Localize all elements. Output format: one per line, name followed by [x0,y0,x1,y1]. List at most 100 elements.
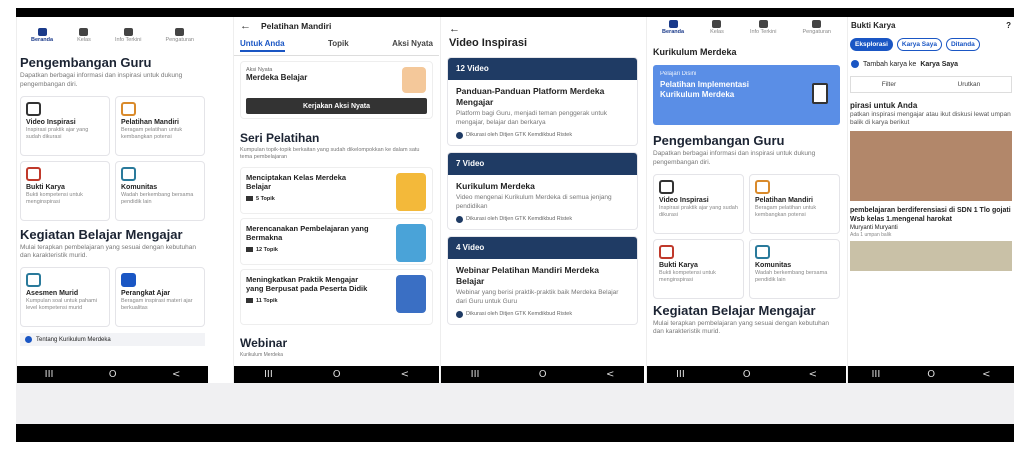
back-button[interactable]: < [172,369,180,380]
kbm-title: Kegiatan Belajar Mengajar [653,302,816,318]
back-button[interactable]: < [401,369,409,380]
home-button[interactable]: O [109,369,117,380]
card-desc: Beragam pelatihan untuk kembangkan poten… [755,204,817,218]
top-tab-bar: Beranda Kelas Info Terkini Pengaturan [647,17,846,37]
sort-button[interactable]: Urutkan [958,81,981,88]
card-komunitas[interactable]: Komunitas Wadah berkembang bersama pendid… [115,160,205,221]
class-icon [712,20,722,28]
bottom-black-bar [16,424,1014,442]
collection-title: Webinar Pelatihan Mandiri Merdeka Belaja… [456,264,599,286]
feedback-count: Ada 1 umpan balik [850,232,892,239]
card-video-inspirasi[interactable]: Video Inspirasi Inspirasi praktik ajar ya… [653,173,744,234]
banner-small: Pelajari Disini [660,71,697,77]
card-desc: Wadah berkembang bersama pendidik lain [755,269,828,283]
add-karya-row[interactable]: Tambah karya ke Karya Saya [848,55,1014,73]
tab-kelas[interactable]: Kelas [77,28,91,43]
card-video-inspirasi[interactable]: Video Inspirasi Inspirasi praktik ajar ya… [20,95,110,156]
video-icon [26,101,41,116]
screen-video-inspirasi: ← Video Inspirasi 12 Video Panduan-Pandua… [440,17,644,383]
kerjakan-aksi-button[interactable]: Kerjakan Aksi Nyata [246,98,427,114]
home-button[interactable]: O [927,369,935,380]
feature-grid: Video Inspirasi Inspirasi praktik ajar ya… [17,92,208,225]
card-title: Pelatihan Mandiri [755,196,813,204]
card-bukti-karya[interactable]: Bukti Karya Bukti kompetensi untuk mengin… [20,160,110,221]
inspirasi-title: pirasi untuk Anda [850,101,918,110]
info-link[interactable]: Tentang Kurikulum Merdeka [20,333,205,347]
tab-label: Kelas [77,37,91,43]
kbm-desc: Mulai terapkan pembelajaran yang sesuai … [653,319,829,336]
back-button[interactable]: < [982,369,990,380]
back-arrow-icon[interactable]: ← [240,20,251,32]
add-target: Karya Saya [920,60,959,68]
post-title[interactable]: pembelajaran berdiferensiasi di SDN 1 Tl… [848,204,1014,225]
curator: Dikurasi oleh Ditjen GTK Kemdikbud Riste… [456,310,629,318]
card-title: Perangkat Ajar [121,290,171,298]
pill-karya-saya[interactable]: Karya Saya [896,38,942,51]
video-collection-card[interactable]: 7 Video Kurikulum Merdeka Video mengenai K… [447,151,638,230]
tab-info[interactable]: Info Terkini [750,20,776,35]
curator-label: Dikurasi oleh Ditjen GTK Kemdikbud Riste… [466,216,573,223]
tab-aksi-nyata[interactable]: Aksi Nyata [392,39,433,52]
tab-pengaturan[interactable]: Pengaturan [803,20,831,35]
video-collection-card[interactable]: 12 Video Panduan-Panduan Platform Merdeka… [447,57,638,146]
illustration [396,274,426,313]
tab-pengaturan[interactable]: Pengaturan [166,28,194,43]
tab-info[interactable]: Info Terkini [114,28,142,43]
curator-icon [456,131,463,139]
list-item[interactable]: Meningkatkan Praktik Mengajar yang Berpu… [240,268,433,325]
home-button[interactable]: O [539,369,547,380]
tab-kelas[interactable]: Kelas [710,20,724,35]
community-icon [121,166,136,181]
card-pelatihan-mandiri[interactable]: Pelatihan Mandiri Beragam pelatihan untuk… [749,173,840,234]
back-arrow-icon[interactable]: ← [441,17,644,35]
list-item[interactable]: Merencanakan Pembelajaran yang Bermakna 1… [240,217,433,265]
tab-beranda[interactable]: Beranda [662,20,684,35]
tab-label: Info Terkini [114,37,142,43]
curator-label: Dikurasi oleh Ditjen GTK Kemdikbud Riste… [466,311,573,318]
header: ← Pelatihan Mandiri [234,17,439,35]
section-desc: Dapatkan berbagai informasi dan inspiras… [653,150,816,166]
implementasi-banner[interactable]: Pelajari Disini Pelatihan Implementasi Ku… [653,65,840,125]
card-title: Video Inspirasi [659,196,709,204]
help-icon[interactable]: ? [1006,21,1011,30]
card-perangkat-ajar[interactable]: Perangkat Ajar Beragam inspirasi materi a… [115,267,205,328]
recents-button[interactable]: III [676,369,685,380]
karya-photo[interactable] [850,130,1012,201]
card-desc: Inspirasi praktik ajar yang sudah dikura… [26,126,89,140]
card-komunitas[interactable]: Komunitas Wadah berkembang bersama pendid… [749,238,840,299]
recents-button[interactable]: III [45,369,54,380]
pill-eksplorasi[interactable]: Eksplorasi [850,38,893,51]
home-button[interactable]: O [333,369,341,380]
tab-beranda[interactable]: Beranda [31,28,53,43]
item-title: Menciptakan Kelas Merdeka Belajar [246,172,347,192]
banner-title: Pelatihan Implementasi Kurikulum Merdeka [660,80,749,100]
webinar-small: Kurikulum Merdeka [240,351,284,358]
karya-photo[interactable] [850,241,1012,272]
tab-untuk-anda[interactable]: Untuk Anda [240,39,285,52]
recents-button[interactable]: III [471,369,480,380]
tab-topik[interactable]: Topik [328,39,349,52]
filter-button[interactable]: Filter [882,81,896,88]
video-collection-card[interactable]: 4 Video Webinar Pelatihan Mandiri Merdeka… [447,235,638,325]
recents-button[interactable]: III [871,369,880,380]
list-item[interactable]: Menciptakan Kelas Merdeka Belajar 5 Topik [240,166,433,214]
curator: Dikurasi oleh Ditjen GTK Kemdikbud Riste… [456,215,629,223]
header: Bukti Karya? [848,17,1014,34]
item-title: Merencanakan Pembelajaran yang Bermakna [246,223,369,243]
aksi-nyata-card: Aksi Nyata Merdeka Belajar Kerjakan Aksi… [240,61,433,119]
android-nav-bar: III O < [647,366,846,383]
topic-label: 12 Topik [256,246,278,253]
card-desc: Inspirasi praktik ajar yang sudah dikura… [659,204,738,218]
news-icon [123,28,133,36]
illustration [396,223,426,262]
card-asesmen-murid[interactable]: Asesmen Murid Kumpulan soal untuk pahami … [20,267,110,328]
pill-ditandai[interactable]: Ditanda [945,38,980,51]
card-pelatihan-mandiri[interactable]: Pelatihan Mandiri Beragam pelatihan untuk… [115,95,205,156]
back-button[interactable]: < [606,369,614,380]
back-button[interactable]: < [809,369,817,380]
home-button[interactable]: O [743,369,751,380]
seri-desc: Kumpulan topik-topik berkaitan yang suda… [240,147,420,161]
card-bukti-karya[interactable]: Bukti Karya Bukti kompetensi untuk mengin… [653,238,744,299]
recents-button[interactable]: III [264,369,273,380]
page-title: Video Inspirasi [449,37,528,49]
